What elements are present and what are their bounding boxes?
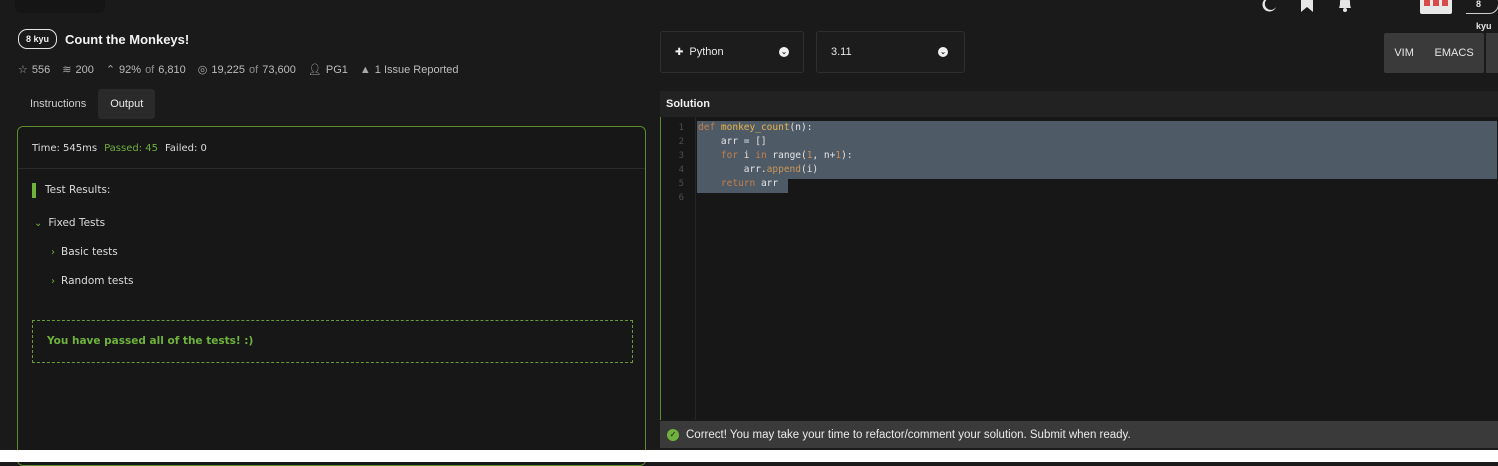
success-message: You have passed all of the tests! :) [32, 320, 633, 363]
test-group-basic[interactable]: › Basic tests [51, 246, 118, 258]
line-number: 2 [678, 137, 684, 147]
line-number: 3 [678, 151, 684, 161]
chevron-down-icon: ⌄ [34, 217, 43, 229]
stack-icon: ≋ [62, 64, 72, 76]
time-label: Time: 545ms [32, 143, 98, 154]
tab-instructions[interactable]: Instructions [18, 89, 98, 119]
status-message: Correct! You may take your time to refac… [686, 428, 1131, 441]
moon-icon[interactable] [1262, 0, 1278, 12]
stars-stat[interactable]: ☆ 556 [18, 63, 50, 77]
code-line: arr = [] [698, 136, 767, 147]
kata-title: Count the Monkeys! [65, 32, 190, 47]
site-logo-area[interactable] [15, 0, 105, 13]
line-number: 5 [678, 179, 684, 189]
chevron-down-icon: ⌄ [779, 47, 789, 57]
warning-icon: ▲ [359, 63, 371, 76]
code-line: return arr [720, 178, 779, 189]
failed-count: Failed: 0 [164, 143, 207, 154]
output-panel: Time: 545ms Passed: 45 Failed: 0 Test Re… [17, 126, 646, 466]
bookmark-icon[interactable] [1300, 0, 1314, 12]
chevron-down-icon: ⌄ [938, 47, 948, 57]
nav-icons [1262, 0, 1354, 14]
results-heading: Test Results: [45, 184, 111, 196]
chevron-right-icon: › [51, 246, 55, 258]
python-icon: ✚ [675, 46, 684, 58]
issues-stat[interactable]: ▲ 1 Issue Reported [360, 63, 459, 76]
target-icon: ◎ [197, 64, 208, 76]
vim-mode-button[interactable]: VIM [1394, 47, 1414, 59]
editor-mode-extra[interactable] [1486, 33, 1498, 73]
chevron-right-icon: › [51, 275, 55, 287]
version-select[interactable]: 3.11 ⌄ [816, 31, 965, 73]
line-number: 1 [678, 123, 684, 133]
line-gutter: 1 2 3 4 5 6 [661, 117, 696, 420]
kata-rank-badge: 8 kyu [18, 29, 58, 49]
user-rank-badge: 8 kyu [1466, 0, 1498, 31]
code-line: def monkey_count(n): [698, 122, 813, 133]
line-number: 4 [678, 165, 684, 175]
passed-count: Passed: 45 [104, 143, 158, 154]
emacs-mode-button[interactable]: EMACS [1435, 47, 1474, 59]
page-bottom-edge [0, 450, 1498, 462]
star-icon: ☆ [18, 64, 28, 76]
user-icon: 👤︎ [307, 64, 322, 76]
divider [18, 168, 645, 169]
status-bar: ✓ Correct! You may take your time to ref… [660, 421, 1498, 448]
test-group-fixed[interactable]: ⌄ Fixed Tests [34, 217, 105, 229]
test-summary: Time: 545ms Passed: 45 Failed: 0 [32, 143, 207, 154]
kata-stats: ☆ 556 ≋ 200 ⌃ 92% of 6,810 ◎ 19,225 of 7… [18, 63, 459, 77]
line-number: 6 [678, 193, 684, 203]
rank-points-stat: ≋ 200 [62, 63, 94, 77]
tab-output[interactable]: Output [98, 89, 156, 119]
editor-mode-bar: VIM EMACS [1384, 33, 1484, 73]
kata-tabs: Instructions Output [18, 89, 156, 119]
thumbs-icon: ⌃ [105, 64, 116, 76]
bell-icon[interactable] [1336, 0, 1354, 12]
test-group-random[interactable]: › Random tests [51, 275, 133, 287]
code-line: for i in range(1, n+1): [720, 150, 853, 161]
language-select[interactable]: ✚ Python ⌄ [660, 31, 804, 73]
completions-stat: ◎ 19,225 of 73,600 [197, 63, 296, 77]
solution-heading: Solution [660, 91, 1498, 117]
results-marker [32, 183, 36, 198]
code-line: arr.append(i) [743, 164, 819, 175]
author-stat[interactable]: 👤︎ PG1 [307, 63, 348, 77]
check-circle-icon: ✓ [667, 428, 679, 441]
code-editor[interactable]: 1 2 3 4 5 6 def monkey_count(n): arr = [… [660, 117, 1498, 420]
avatar[interactable] [1420, 0, 1452, 14]
satisfaction-stat: ⌃ 92% of 6,810 [105, 63, 186, 77]
